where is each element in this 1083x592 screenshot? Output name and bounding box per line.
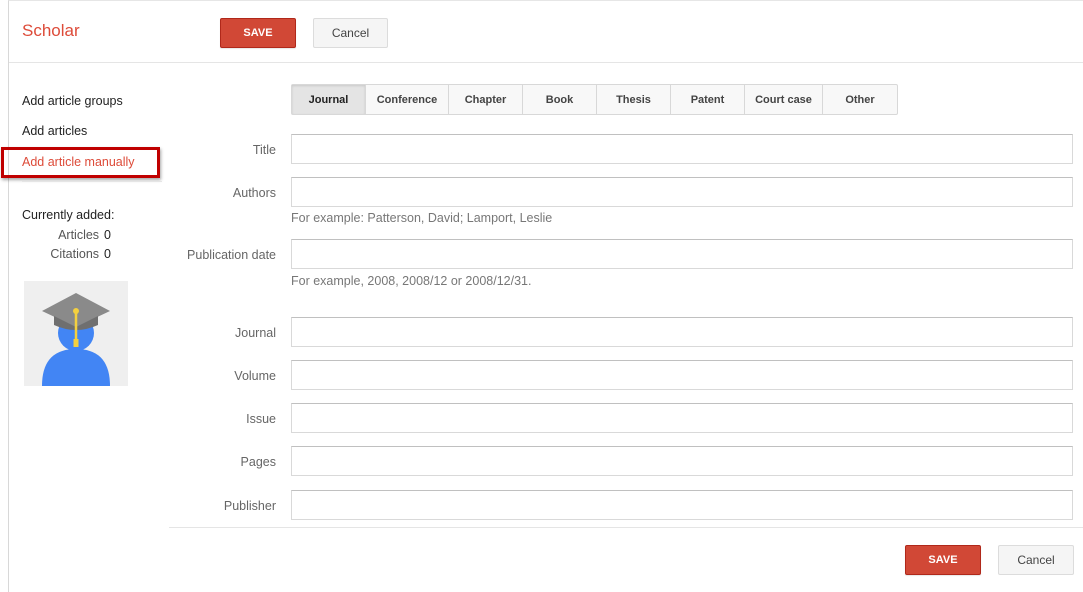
brand-logo[interactable]: Scholar [22, 21, 80, 41]
issue-input[interactable] [291, 403, 1073, 433]
pages-input[interactable] [291, 446, 1073, 476]
publisher-input[interactable] [291, 490, 1073, 520]
title-input[interactable] [291, 134, 1073, 164]
authors-label: Authors [232, 186, 276, 200]
bottom-save-button[interactable]: SAVE [905, 545, 981, 575]
stat-label: Citations [50, 247, 100, 261]
volume-label: Volume [234, 369, 276, 383]
volume-input[interactable] [291, 360, 1073, 390]
stats-heading: Currently added: [22, 208, 115, 222]
title-label: Title [252, 143, 276, 157]
document-type-tabs: Journal Conference Chapter Book Thesis P… [291, 84, 898, 115]
tab-patent[interactable]: Patent [671, 85, 745, 114]
authors-hint: For example: Patterson, David; Lamport, … [291, 211, 553, 225]
publication-date-label: Publication date [187, 248, 276, 262]
authors-input[interactable] [291, 177, 1073, 207]
tab-journal[interactable]: Journal [292, 85, 366, 114]
top-bar: Scholar SAVE Cancel [9, 1, 1083, 63]
journal-input[interactable] [291, 317, 1073, 347]
publisher-label: Publisher [223, 499, 276, 513]
pages-label: Pages [240, 455, 276, 469]
stat-label: Articles [58, 228, 100, 242]
publication-date-input[interactable] [291, 239, 1073, 269]
tab-chapter[interactable]: Chapter [449, 85, 523, 114]
journal-label: Journal [235, 326, 276, 340]
form-divider [169, 527, 1083, 528]
app-frame: Scholar SAVE Cancel Add article groups A… [1, 0, 1083, 592]
tab-court-case[interactable]: Court case [745, 85, 823, 114]
sidebar-divider [22, 181, 162, 182]
publication-date-hint: For example, 2008, 2008/12 or 2008/12/31… [291, 274, 532, 288]
save-button[interactable]: SAVE [220, 18, 296, 48]
bottom-cancel-button[interactable]: Cancel [998, 545, 1074, 575]
issue-label: Issue [246, 412, 276, 426]
tab-conference[interactable]: Conference [366, 85, 449, 114]
sidebar-link-add-article-groups[interactable]: Add article groups [22, 94, 123, 108]
cancel-button[interactable]: Cancel [313, 18, 388, 48]
tab-thesis[interactable]: Thesis [597, 85, 671, 114]
stat-value: 0 [104, 228, 111, 242]
tab-book[interactable]: Book [523, 85, 597, 114]
sidebar-link-add-articles[interactable]: Add articles [22, 124, 87, 138]
tab-other[interactable]: Other [823, 85, 897, 114]
stat-articles: Articles 0 [9, 228, 111, 242]
